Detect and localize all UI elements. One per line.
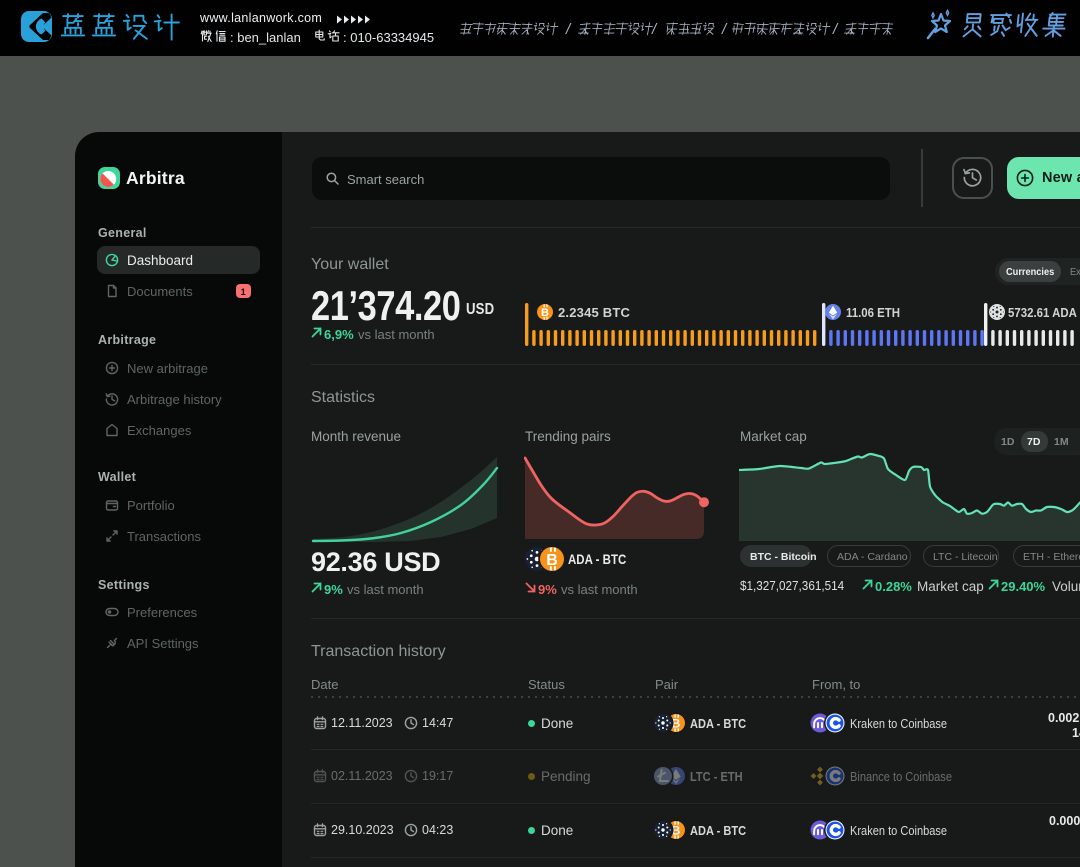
svg-text:B: B bbox=[546, 552, 558, 569]
svg-text:B: B bbox=[541, 307, 549, 319]
